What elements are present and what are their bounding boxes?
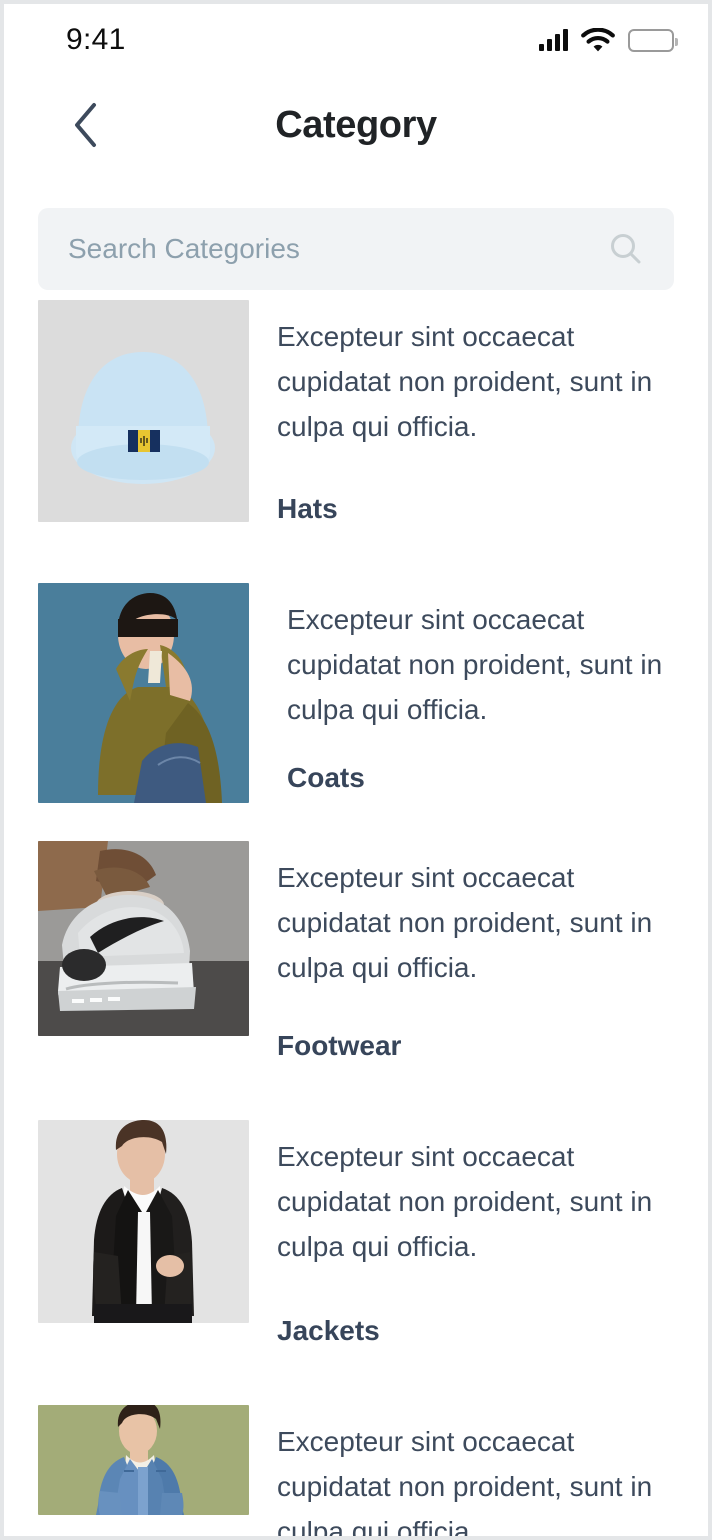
search-icon[interactable] xyxy=(608,231,644,267)
category-description: Excepteur sint occaecat cupidatat non pr… xyxy=(277,862,653,983)
search-input[interactable] xyxy=(66,232,608,266)
list-item[interactable]: Excepteur sint occaecat cupidatat non pr… xyxy=(4,1405,708,1540)
category-thumbnail-hats[interactable] xyxy=(38,300,249,522)
back-button[interactable] xyxy=(60,99,112,151)
category-description: Excepteur sint occaecat cupidatat non pr… xyxy=(277,1426,653,1540)
category-thumbnail-jackets[interactable] xyxy=(38,1120,249,1323)
category-body: Excepteur sint occaecat cupidatat non pr… xyxy=(249,300,708,525)
category-thumbnail-footwear[interactable] xyxy=(38,841,249,1036)
category-description: Excepteur sint occaecat cupidatat non pr… xyxy=(287,604,663,725)
category-thumbnail-shirts[interactable] xyxy=(38,1405,249,1515)
battery-icon xyxy=(628,28,678,52)
category-body: Excepteur sint occaecat cupidatat non pr… xyxy=(249,583,708,794)
chevron-left-icon xyxy=(75,103,96,147)
search-section xyxy=(38,208,674,290)
category-thumbnail-coats[interactable] xyxy=(38,583,249,803)
signal-bars-icon xyxy=(539,29,568,51)
category-description: Excepteur sint occaecat cupidatat non pr… xyxy=(277,321,653,442)
phone-screen: 9:41 Category Search Categories Excepteu… xyxy=(0,0,712,1540)
wifi-icon xyxy=(581,27,615,53)
category-body: Excepteur sint occaecat cupidatat non pr… xyxy=(249,1120,708,1347)
search-box[interactable] xyxy=(38,208,674,290)
list-item[interactable]: Excepteur sint occaecat cupidatat non pr… xyxy=(4,841,708,1062)
category-label: Footwear xyxy=(277,1030,402,1061)
category-label: Jackets xyxy=(277,1315,380,1346)
category-description: Excepteur sint occaecat cupidatat non pr… xyxy=(277,1141,653,1262)
list-item[interactable]: Excepteur sint occaecat cupidatat non pr… xyxy=(4,300,708,525)
status-bar: 9:41 xyxy=(4,4,708,76)
category-list: Excepteur sint occaecat cupidatat non pr… xyxy=(4,290,708,1540)
list-item[interactable]: Excepteur sint occaecat cupidatat non pr… xyxy=(4,1120,708,1347)
status-time: 9:41 xyxy=(66,23,126,56)
category-body: Excepteur sint occaecat cupidatat non pr… xyxy=(249,841,708,1062)
status-icons xyxy=(539,27,678,53)
category-label: Hats xyxy=(277,493,338,524)
nav-bar: Category xyxy=(4,76,708,174)
list-item[interactable]: Excepteur sint occaecat cupidatat non pr… xyxy=(4,583,708,803)
category-body: Excepteur sint occaecat cupidatat non pr… xyxy=(249,1405,708,1540)
category-label: Coats xyxy=(287,762,365,793)
